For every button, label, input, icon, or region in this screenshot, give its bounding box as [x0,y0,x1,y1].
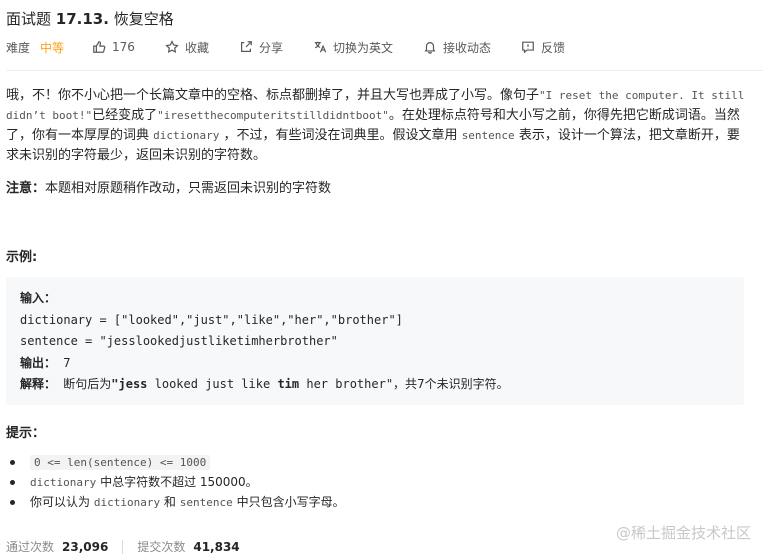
bell-icon [424,42,436,54]
tip-2-text: 中总字符数不超过 150000。 [100,475,258,489]
notify-label: 接收动态 [442,40,491,55]
problem-title: 面试题 17.13. 恢复空格 [6,8,174,29]
like-button[interactable]: 176 [92,40,135,54]
feedback-icon [522,41,534,54]
tip-3-middle: 和 [163,495,176,509]
explain-prefix: 断句后为 [63,377,112,391]
desc-text-1: 哦，不！你不小心把一个长篇文章中的空格、标点都删掉了，并且大写也弄成了小写。像句… [6,88,540,103]
explain-bold-2: tim [277,377,300,391]
note-text: 本题相对原题稍作改动，只需返回未识别的字符数 [45,181,332,196]
share-button[interactable]: 分享 [239,39,283,56]
list-item: dictionary 中总字符数不超过 150000。 [10,472,345,492]
desc-text-4: ，不过，有些词没在词典里。假设文章用 [223,128,458,143]
tips-list: 0 <= len(sentence) <= 1000 dictionary 中总… [10,452,345,512]
tip-2-code: dictionary [30,476,97,489]
like-count: 176 [112,40,135,54]
favorite-button[interactable]: 收藏 [165,39,209,56]
meta-bar: 难度 中等 176 收藏 分享 切换为英文 接收动态 反馈 [6,38,595,56]
desc-code-3: dictionary [153,129,220,142]
watermark: @稀土掘金技术社区 [615,524,751,542]
difficulty-label: 难度 [6,40,31,55]
note: 注意：本题相对原题稍作改动，只需返回未识别的字符数 [6,180,331,198]
header-divider [6,70,763,71]
list-item: 你可以认为 dictionary 和 sentence 中只包含小写字母。 [10,492,345,512]
explain-middle-1: looked just like [147,377,278,391]
output-label: 输出： [20,355,57,370]
footer-divider [122,539,124,554]
share-icon [240,41,252,52]
notify-button[interactable]: 接收动态 [423,39,491,56]
switch-language-button[interactable]: 切换为英文 [313,39,393,56]
pass-value: 23,096 [62,539,109,554]
stats-footer: 通过次数 23,096 提交次数 41,834 [6,538,240,555]
submit-value: 41,834 [193,539,240,554]
explain-bold-1: "jess [111,377,148,391]
example-dictionary-line: dictionary = ["looked","just","like","he… [20,312,403,327]
example-sentence-line: sentence = "jesslookedjustliketimherbrot… [20,334,338,348]
pass-label: 通过次数 [6,540,55,554]
example-heading: 示例: [6,250,38,265]
tip-1-code: 0 <= len(sentence) <= 1000 [30,455,211,470]
tip-3-prefix: 你可以认为 [30,495,91,509]
desc-code-4: sentence [461,129,515,142]
favorite-label: 收藏 [184,40,209,55]
thumbs-up-icon [93,41,106,53]
tips-heading: 提示： [6,426,46,441]
feedback-button[interactable]: 反馈 [521,39,565,56]
desc-code-2: "iresetthecomputeritstilldidntboot" [157,109,389,122]
share-label: 分享 [258,40,283,55]
submit-label: 提交次数 [137,540,186,554]
note-label: 注意： [6,181,46,196]
translate-icon [314,41,327,53]
list-item: 0 <= len(sentence) <= 1000 [10,452,345,472]
explain-suffix: ，共7个未识别字符。 [393,377,509,391]
title-prefix: 面试题 [6,10,56,28]
title-name: 恢复空格 [108,10,174,28]
title-number: 17.13. [55,10,109,28]
tip-3-code-1: dictionary [93,496,161,509]
explain-label: 解释： [20,377,57,391]
explain-middle-2: her brother" [299,377,394,391]
feedback-label: 反馈 [541,40,566,55]
star-icon [165,40,179,54]
output-value: 7 [63,355,71,370]
example-block: 输入： dictionary = ["looked","just","like"… [6,277,744,405]
difficulty-badge: 中等 [40,40,65,55]
problem-description: 哦，不！你不小心把一个长篇文章中的空格、标点都删掉了，并且大写也弄成了小写。像句… [6,86,746,166]
input-label: 输入： [20,291,57,305]
tip-3-code-2: sentence [179,496,233,509]
switch-language-label: 切换为英文 [332,40,393,55]
tip-3-suffix: 中只包含小写字母。 [236,495,345,509]
desc-text-2: 已经变成了 [92,108,158,123]
